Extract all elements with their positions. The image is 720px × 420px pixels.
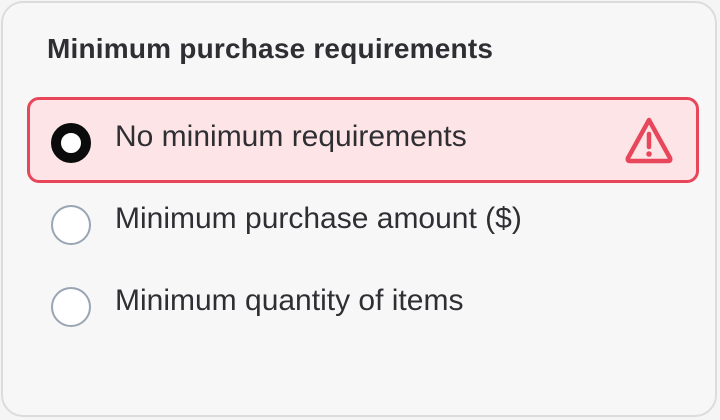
option-label-minimum-amount: Minimum purchase amount ($)	[115, 202, 522, 235]
radio-no-minimum-selected[interactable]	[51, 123, 91, 163]
radio-minimum-quantity[interactable]	[51, 287, 91, 327]
warning-icon	[625, 117, 673, 164]
option-label-no-minimum: No minimum requirements	[115, 120, 467, 153]
option-label-minimum-quantity: Minimum quantity of items	[115, 284, 464, 317]
minimum-requirements-card: Minimum purchase requirements No minimum…	[1, 1, 717, 417]
option-minimum-amount[interactable]: Minimum purchase amount ($)	[27, 179, 699, 265]
option-no-minimum[interactable]: No minimum requirements	[27, 97, 699, 183]
option-minimum-quantity[interactable]: Minimum quantity of items	[27, 261, 699, 347]
radio-minimum-amount[interactable]	[51, 205, 91, 245]
section-title: Minimum purchase requirements	[47, 33, 494, 64]
